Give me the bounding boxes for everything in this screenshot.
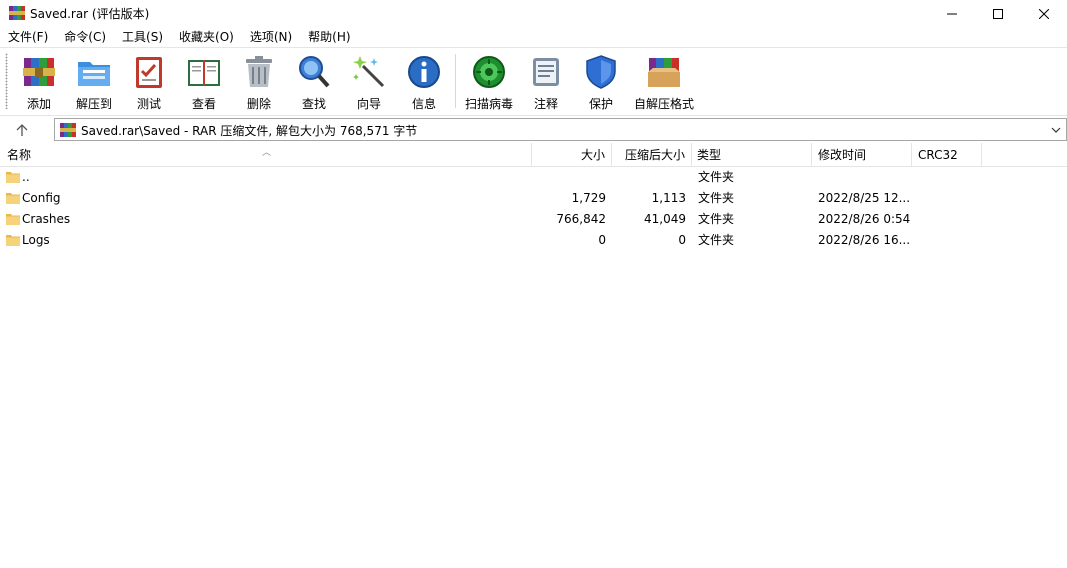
info-icon [408,56,440,88]
menu-file[interactable]: 文件(F) [0,28,56,47]
row-type: 文件夹 [698,170,735,184]
extract-to-icon [78,62,110,86]
minimize-icon [947,13,957,15]
protect-button[interactable]: 保护 [573,52,629,112]
address-bar: Saved.rar\Saved - RAR 压缩文件, 解包大小为 768,57… [0,115,1067,143]
path-text: Saved.rar\Saved - RAR 压缩文件, 解包大小为 768,57… [81,124,418,138]
extract-to-button[interactable]: 解压到 [66,52,122,112]
row-packed: 41,049 [644,212,686,226]
comment-icon [533,58,559,86]
menu-bar: 文件(F) 命令(C) 工具(S) 收藏夹(O) 选项(N) 帮助(H) [0,28,1067,47]
menu-options[interactable]: 选项(N) [242,28,300,47]
winrar-icon [9,6,25,20]
wizard-button[interactable]: 向导 [341,52,397,112]
column-header-crc[interactable]: CRC32 [912,143,982,167]
column-header-size[interactable]: 大小 [532,143,612,167]
row-size [540,167,606,188]
title-bar: Saved.rar (评估版本) [0,0,1067,28]
column-name-label: 名称 [7,148,32,162]
column-header-modified[interactable]: 修改时间 [812,143,912,167]
view-button[interactable]: 查看 [176,52,232,112]
folder-icon [6,172,20,183]
protect-label: 保护 [588,97,613,111]
list-row-config[interactable]: Config 1,729 1,113 文件夹 2022/8/25 12... [0,188,1067,209]
menu-commands[interactable]: 命令(C) [56,28,114,47]
row-packed [620,167,686,188]
menu-tools[interactable]: 工具(S) [114,28,171,47]
path-dropdown-button[interactable] [1048,121,1064,139]
shield-icon [586,55,616,89]
up-folder-button[interactable] [10,120,34,140]
add-archive-icon [23,58,55,86]
toolbar: 添加 解压到 测试 查看 删除 查找 向导 信息 扫描病毒 注释 保护 自解压格… [0,47,1067,115]
row-name: Logs [22,233,50,247]
row-type: 文件夹 [698,191,735,205]
row-packed: 1,113 [651,191,686,205]
magnifier-icon [299,56,330,88]
row-name: .. [22,170,30,184]
close-button[interactable] [1021,0,1067,28]
view-book-icon [188,60,220,86]
row-size: 766,842 [556,212,606,226]
row-type: 文件夹 [698,212,735,226]
wizard-wand-icon [353,56,385,88]
info-button[interactable]: 信息 [396,52,452,112]
test-icon [136,57,162,88]
sfx-label: 自解压格式 [633,97,694,111]
folder-icon [6,214,20,225]
maximize-icon [993,9,1003,19]
row-modified: 2022/8/25 12... [818,191,911,205]
list-row-logs[interactable]: Logs 0 0 文件夹 2022/8/26 16... [0,230,1067,251]
minimize-button[interactable] [929,0,975,28]
menu-favorites[interactable]: 收藏夹(O) [171,28,242,47]
column-header-name[interactable]: 名称 ︿ [0,143,532,167]
list-header: 名称 ︿ 大小 压缩后大小 类型 修改时间 CRC32 [0,143,1067,167]
list-row-parent[interactable]: .. 文件夹 [0,167,1067,188]
folder-icon [6,193,20,204]
virus-scan-icon [473,56,505,88]
menu-help[interactable]: 帮助(H) [300,28,358,47]
list-row-crashes[interactable]: Crashes 766,842 41,049 文件夹 2022/8/26 0:5… [0,209,1067,230]
row-size: 1,729 [571,191,606,205]
test-button[interactable]: 测试 [121,52,177,112]
row-modified: 2022/8/26 16... [818,233,911,247]
column-header-type[interactable]: 类型 [692,143,812,167]
add-button[interactable]: 添加 [11,52,67,112]
close-icon [1039,9,1049,19]
row-name: Config [22,191,61,205]
archive-icon [60,123,76,137]
trash-icon [246,56,272,87]
row-modified: 2022/8/26 0:54 [818,212,911,226]
delete-button[interactable]: 删除 [231,52,287,112]
row-type: 文件夹 [698,233,735,247]
find-button[interactable]: 查找 [286,52,342,112]
maximize-button[interactable] [975,0,1021,28]
info-label: 信息 [411,97,436,111]
row-name: Crashes [22,212,71,226]
chevron-down-icon [1051,127,1061,133]
virus-scan-button[interactable]: 扫描病毒 [461,52,517,112]
arrow-up-icon [16,124,28,136]
sort-ascending-icon: ︿ [262,148,272,158]
row-size: 0 [598,233,606,247]
file-list[interactable]: 名称 ︿ 大小 压缩后大小 类型 修改时间 CRC32 .. 文件夹 Confi… [0,143,1067,568]
row-packed: 0 [678,233,686,247]
sfx-box-icon [648,58,680,87]
path-combobox[interactable]: Saved.rar\Saved - RAR 压缩文件, 解包大小为 768,57… [54,118,1067,141]
window-title: Saved.rar (评估版本) [30,7,150,21]
folder-icon [6,235,20,246]
column-header-packed[interactable]: 压缩后大小 [612,143,692,167]
sfx-button[interactable]: 自解压格式 [634,52,694,112]
comment-button[interactable]: 注释 [518,52,574,112]
